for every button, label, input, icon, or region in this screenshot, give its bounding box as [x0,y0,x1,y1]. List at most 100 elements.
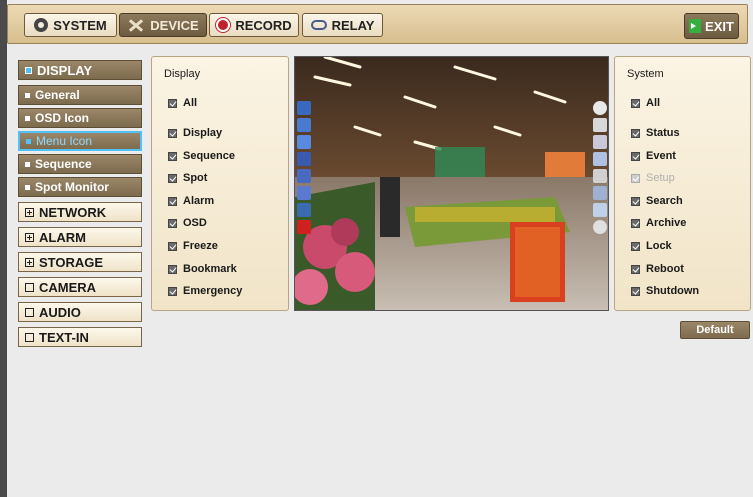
system-panel-title: System [627,68,664,80]
checkbox-disabled-icon [631,173,640,183]
default-button-label: Default [696,324,734,336]
checkbox-label: Bookmark [183,263,237,275]
sidebar-subitem-menu-icon[interactable]: Menu Icon [18,131,142,151]
sidebar-group-label: STORAGE [39,254,104,270]
sidebar-subitem-general[interactable]: General [18,85,142,105]
tab-record[interactable]: RECORD [209,13,299,37]
checkbox-label: Emergency [183,285,243,297]
sidebar-item-display[interactable]: DISPLAY [18,60,142,80]
checkbox-search[interactable]: Search [631,195,683,207]
sidebar-group-label: ALARM [39,229,86,245]
checkbox-checked-icon [631,151,640,161]
checkbox-label: Spot [183,172,208,184]
sidebar-group-label: CAMERA [39,279,97,295]
checkbox-label: Reboot [646,263,684,275]
sidebar-subitem-sequence[interactable]: Sequence [18,154,142,174]
checkbox-label: Alarm [183,195,215,207]
sidebar-subitem-spot-monitor[interactable]: Spot Monitor [18,177,142,197]
bullet-icon [26,138,31,144]
checkbox-label: Freeze [183,240,218,252]
checkbox-event[interactable]: Event [631,150,676,162]
sidebar-item-storage[interactable]: STORAGE [18,252,142,272]
expand-plus-icon [25,257,34,267]
sidebar-subitem-osd-icon[interactable]: OSD Icon [18,108,142,128]
empty-square-icon [25,307,34,317]
checkbox-label: Shutdown [646,285,700,297]
checkbox-checked-icon [631,264,640,274]
sidebar-subitem-label: Spot Monitor [35,180,109,194]
sidebar-group-label: NETWORK [39,204,107,220]
checkbox-reboot[interactable]: Reboot [631,263,684,275]
top-menu-bar: SYSTEM DEVICE RECORD RELAY EXIT [7,4,748,44]
checkbox-checked-icon [168,173,177,183]
checkbox-alarm[interactable]: Alarm [168,195,214,207]
checkbox-checked-icon [168,128,177,138]
empty-square-icon [25,332,34,342]
event-icon [593,118,607,132]
tab-relay[interactable]: RELAY [302,13,383,37]
gear-icon [34,18,49,32]
checkbox-display-all[interactable]: All [168,97,197,109]
expand-plus-icon [25,232,34,242]
checkbox-emergency[interactable]: Emergency [168,285,242,297]
sidebar-item-network[interactable]: NETWORK [18,202,142,222]
checkbox-freeze[interactable]: Freeze [168,240,218,252]
checkbox-bookmark[interactable]: Bookmark [168,263,237,275]
checkbox-checked-icon [631,128,640,138]
tab-relay-label: RELAY [331,17,375,33]
checkbox-label: All [646,97,661,109]
reboot-icon [593,203,607,217]
multi-screen-icon [297,135,311,149]
checkbox-checked-icon [168,196,177,206]
bullet-icon [25,161,30,167]
system-panel: System All Status Event Setup Search Arc… [614,56,751,311]
checkbox-label: Lock [646,240,672,252]
checkbox-label: Status [646,127,680,139]
checkbox-label: Archive [646,217,687,229]
checkbox-label: Sequence [183,150,235,162]
checkbox-spot[interactable]: Spot [168,172,207,184]
tab-device[interactable]: DEVICE [119,13,207,37]
exit-icon [689,19,702,33]
bookmark-icon [297,203,311,217]
relay-icon [310,20,327,30]
checkbox-system-all[interactable]: All [631,97,660,109]
default-button[interactable]: Default [680,321,750,339]
checkbox-lock[interactable]: Lock [631,240,672,252]
sidebar-item-camera[interactable]: CAMERA [18,277,142,297]
sidebar-subitem-label: OSD Icon [35,111,90,125]
bullet-icon [25,92,30,98]
exit-button[interactable]: EXIT [684,13,739,39]
sidebar-item-text-in[interactable]: TEXT-IN [18,327,142,347]
search-icon [593,152,607,166]
checkbox-shutdown[interactable]: Shutdown [631,285,699,297]
bullet-icon [25,115,30,121]
sidebar-item-audio[interactable]: AUDIO [18,302,142,322]
checkbox-status[interactable]: Status [631,127,680,139]
checkbox-archive[interactable]: Archive [631,217,686,229]
camera-preview [294,56,609,311]
bullet-icon [25,184,30,190]
tab-system[interactable]: SYSTEM [24,13,117,37]
checkbox-checked-icon [168,264,177,274]
checkbox-checked-icon [631,98,640,108]
archive-icon [593,169,607,183]
checkbox-checked-icon [631,241,640,251]
display-icon [297,152,311,166]
shutdown-icon [593,220,607,234]
checkbox-checked-icon [631,286,640,296]
checkbox-display[interactable]: Display [168,127,222,139]
monitor-icon [297,118,311,132]
sidebar-subitem-label: General [35,88,80,102]
osd-icon [297,186,311,200]
checkbox-sequence[interactable]: Sequence [168,150,235,162]
checkbox-setup: Setup [631,172,675,184]
expand-plus-icon [25,207,34,217]
checkbox-label: Display [183,127,223,139]
display-indicator-icon [25,66,32,74]
sidebar-item-alarm[interactable]: ALARM [18,227,142,247]
tab-system-label: SYSTEM [53,17,107,33]
spot-icon [297,169,311,183]
checkbox-label: OSD [183,217,207,229]
checkbox-osd[interactable]: OSD [168,217,207,229]
